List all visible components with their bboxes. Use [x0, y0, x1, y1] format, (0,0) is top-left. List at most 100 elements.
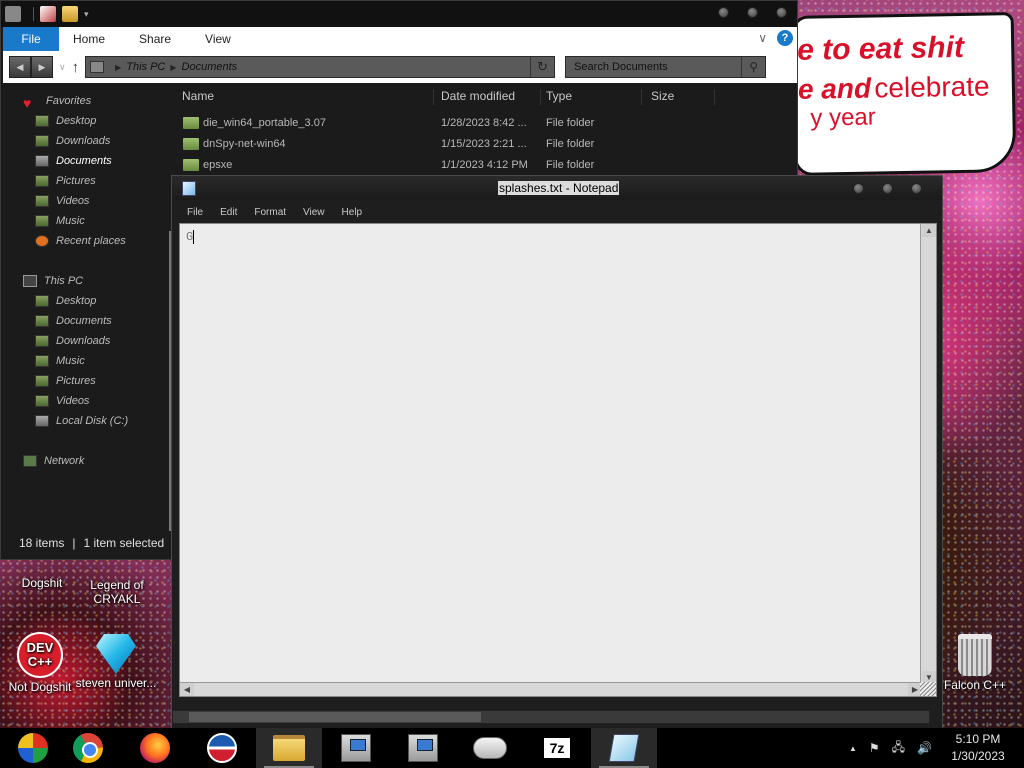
minimize-button[interactable]: [718, 7, 729, 18]
horizontal-scrollbar[interactable]: ◀ ▶: [180, 682, 922, 696]
scroll-left-arrow-icon[interactable]: ◀: [180, 683, 194, 696]
menu-edit[interactable]: Edit: [220, 207, 237, 218]
close-button[interactable]: [911, 183, 922, 194]
desktop-icon-dogshit[interactable]: Dogshit: [0, 576, 84, 590]
maximize-button[interactable]: [882, 183, 893, 194]
column-header-size[interactable]: Size: [651, 89, 715, 105]
search-icon[interactable]: ⚲: [741, 57, 765, 77]
address-bar[interactable]: ▶ This PC ▶ Documents ↻: [85, 56, 556, 78]
pictures-folder-icon: [35, 375, 49, 387]
taskbar-gamepad[interactable]: [457, 728, 523, 768]
file-row[interactable]: epsxe 1/1/2023 4:12 PM File folder: [177, 156, 697, 176]
ribbon-tab-share[interactable]: Share: [122, 32, 188, 46]
nav-fav-pictures[interactable]: Pictures: [35, 173, 96, 189]
nav-favorites[interactable]: ♥ Favorites: [23, 93, 91, 111]
taskbar-installer-2[interactable]: [390, 728, 456, 768]
videos-folder-icon: [35, 195, 49, 207]
notepad-text-area[interactable]: G ▲ ▼ ◀ ▶: [179, 223, 937, 697]
help-icon[interactable]: ?: [777, 30, 793, 46]
explorer-titlebar[interactable]: ▾: [1, 1, 797, 27]
breadcrumb-arrow-icon[interactable]: ▶: [170, 63, 176, 72]
explorer-app-icon[interactable]: [5, 6, 21, 22]
taskbar-notepad[interactable]: [591, 728, 657, 768]
clock[interactable]: 5:10 PM 1/30/2023: [944, 731, 1012, 765]
back-button[interactable]: ◀: [9, 56, 31, 78]
desktop-icon-legend-of-cryakl[interactable]: Legend of CRYAKL: [75, 578, 159, 607]
scrollbar-thumb[interactable]: [189, 712, 481, 722]
taskbar-installer-1[interactable]: [323, 728, 389, 768]
new-folder-icon[interactable]: [62, 6, 78, 22]
ribbon-file-tab[interactable]: File: [3, 27, 59, 51]
scroll-up-arrow-icon[interactable]: ▲: [922, 224, 936, 237]
address-row: ◀ ▶ ∨ ↑ ▶ This PC ▶ Documents ↻ Search D…: [3, 51, 797, 83]
breadcrumb-arrow-icon[interactable]: ▶: [115, 63, 121, 72]
customize-quick-access-icon[interactable]: ▾: [84, 9, 89, 20]
column-header-type[interactable]: Type: [546, 89, 642, 105]
installer-icon: [341, 734, 371, 762]
nav-item-label: Documents: [56, 315, 112, 327]
network-icon: [23, 455, 37, 467]
maximize-button[interactable]: [747, 7, 758, 18]
nav-pc-local-disk[interactable]: Local Disk (C:): [35, 413, 128, 429]
file-row[interactable]: die_win64_portable_3.07 1/28/2023 8:42 .…: [177, 114, 697, 134]
taskbar-chrome[interactable]: [55, 728, 121, 768]
nav-fav-desktop[interactable]: Desktop: [35, 113, 96, 129]
recycle-bin-icon: [958, 634, 992, 676]
menu-view[interactable]: View: [303, 207, 325, 218]
forward-button[interactable]: ▶: [31, 56, 53, 78]
taskbar-firefox[interactable]: [122, 728, 188, 768]
menu-file[interactable]: File: [187, 207, 203, 218]
up-arrow-icon[interactable]: ↑: [72, 59, 80, 76]
nav-pc-documents[interactable]: Documents: [35, 313, 112, 329]
nav-pc-desktop[interactable]: Desktop: [35, 293, 96, 309]
nav-fav-recent-places[interactable]: Recent places: [35, 233, 126, 249]
minimize-button[interactable]: [853, 183, 864, 194]
taskbar-file-explorer[interactable]: [256, 728, 322, 768]
ribbon-tab-view[interactable]: View: [188, 32, 248, 46]
desktop-icon-steven-universe[interactable]: steven univer...: [74, 634, 158, 690]
nav-item-label: Pictures: [56, 175, 96, 187]
search-input[interactable]: Search Documents ⚲: [565, 56, 767, 78]
nav-pc-videos[interactable]: Videos: [35, 393, 89, 409]
nav-fav-downloads[interactable]: Downloads: [35, 133, 110, 149]
action-center-flag-icon[interactable]: ⚑: [869, 741, 880, 755]
close-button[interactable]: [776, 7, 787, 18]
network-status-icon[interactable]: 🖧: [892, 738, 905, 759]
system-tray: ▲ ⚑ 🖧 🔊 5:10 PM 1/30/2023: [849, 728, 1024, 768]
nav-this-pc[interactable]: This PC: [23, 273, 83, 289]
file-row[interactable]: dnSpy-net-win64 1/15/2023 2:21 ... File …: [177, 135, 697, 155]
explorer-horizontal-scrollbar[interactable]: [172, 710, 930, 724]
breadcrumb-this-pc[interactable]: This PC: [126, 61, 165, 73]
menu-help[interactable]: Help: [342, 207, 363, 218]
nav-fav-music[interactable]: Music: [35, 213, 85, 229]
breadcrumb-documents[interactable]: Documents: [182, 61, 238, 73]
nav-pc-music[interactable]: Music: [35, 353, 85, 369]
file-type: File folder: [546, 117, 595, 129]
vertical-scrollbar[interactable]: ▲ ▼: [920, 224, 936, 684]
desktop-icon-label: Legend of CRYAKL: [90, 578, 144, 607]
expand-ribbon-chevron-icon[interactable]: ∨: [758, 31, 767, 45]
resize-grip[interactable]: [920, 682, 936, 696]
column-header-date-modified[interactable]: Date modified: [441, 89, 541, 105]
desktop-icon-dev-cpp[interactable]: DEV C++ Not Dogshit: [0, 632, 82, 694]
nav-pc-pictures[interactable]: Pictures: [35, 373, 96, 389]
nav-fav-documents[interactable]: Documents: [35, 153, 112, 169]
ribbon-tab-home[interactable]: Home: [59, 32, 122, 46]
desktop-icon-falcon-cpp[interactable]: Falcon C++: [933, 634, 1017, 692]
nav-pc-downloads[interactable]: Downloads: [35, 333, 110, 349]
show-hidden-icons-button[interactable]: ▲: [849, 744, 857, 753]
menu-format[interactable]: Format: [254, 207, 286, 218]
refresh-icon[interactable]: ↻: [530, 57, 554, 77]
recent-locations-chevron-icon[interactable]: ∨: [59, 62, 66, 73]
nav-network[interactable]: Network: [23, 453, 84, 469]
properties-icon[interactable]: [40, 6, 56, 22]
notepad-app-icon[interactable]: [182, 181, 196, 196]
nav-fav-videos[interactable]: Videos: [35, 193, 89, 209]
column-header-name[interactable]: Name: [182, 89, 434, 105]
installer-icon: [408, 734, 438, 762]
volume-icon[interactable]: 🔊: [917, 741, 932, 755]
meme-line-2-normal: celebrate: [874, 70, 990, 104]
taskbar-7zip[interactable]: 7z: [524, 728, 590, 768]
taskbar-obama[interactable]: [189, 728, 255, 768]
notepad-titlebar[interactable]: splashes.txt - Notepad: [172, 176, 942, 200]
